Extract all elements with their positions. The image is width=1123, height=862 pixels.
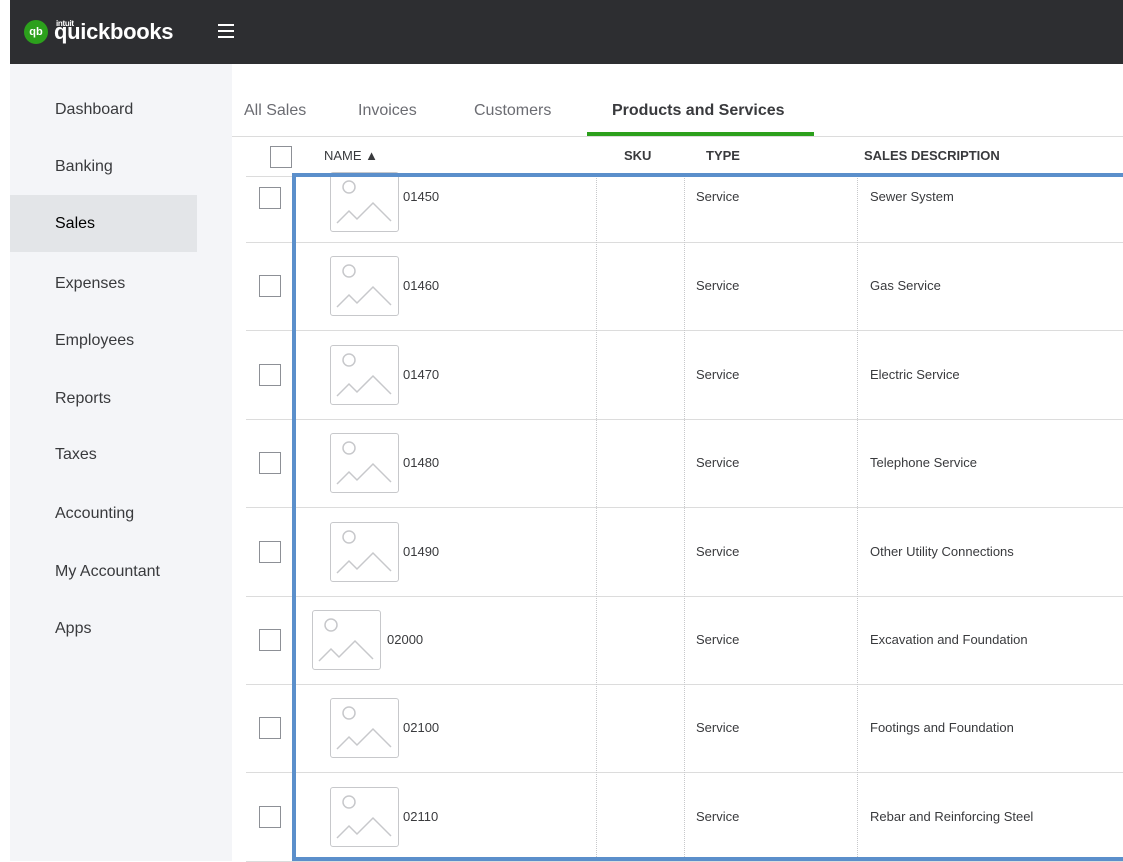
product-image-placeholder-icon[interactable]: [330, 344, 399, 405]
sales-description: Gas Service: [870, 278, 941, 293]
product-type: Service: [696, 189, 740, 204]
sidebar-item-expenses[interactable]: Expenses: [10, 255, 197, 312]
sales-description: Other Utility Connections: [870, 543, 1014, 559]
product-name[interactable]: 01480: [403, 455, 439, 470]
tab-customers[interactable]: Customers: [474, 102, 551, 120]
column-header-sales-description[interactable]: SALES DESCRIPTION: [864, 148, 1000, 163]
sidebar-item-reports[interactable]: Reports: [10, 370, 197, 427]
sales-description: Electric Service: [870, 366, 960, 382]
sales-description: Excavation and Foundation: [870, 632, 1028, 647]
product-type: Service: [696, 366, 740, 382]
sidebar-item-dashboard[interactable]: Dashboard: [10, 81, 197, 138]
row-checkbox[interactable]: [259, 805, 281, 828]
sidebar-item-employees[interactable]: Employees: [10, 312, 197, 369]
qb-logo-icon: qb: [24, 20, 48, 44]
product-name[interactable]: 01450: [403, 189, 439, 204]
product-image-placeholder-icon[interactable]: [330, 698, 399, 758]
row-checkbox[interactable]: [259, 187, 281, 209]
row-checkbox[interactable]: [259, 452, 281, 474]
product-image-placeholder-icon[interactable]: [330, 521, 399, 582]
tab-invoices[interactable]: Invoices: [358, 102, 417, 120]
product-name[interactable]: 02000: [387, 632, 423, 647]
sidebar-item-banking[interactable]: Banking: [10, 138, 197, 195]
hamburger-menu-icon[interactable]: [218, 24, 234, 38]
product-type: Service: [696, 720, 740, 735]
sidebar-item-apps[interactable]: Apps: [10, 600, 197, 657]
brand-intuit: intuit: [56, 19, 74, 28]
row-checkbox[interactable]: [259, 363, 281, 386]
column-header-name[interactable]: NAME ▲: [324, 148, 378, 163]
product-image-placeholder-icon[interactable]: [330, 172, 399, 232]
product-name[interactable]: 01470: [403, 367, 439, 382]
sidebar-item-sales[interactable]: Sales: [10, 195, 197, 252]
product-name[interactable]: 02100: [403, 720, 439, 735]
left-sidebar: Dashboard Banking Sales Expenses Employe…: [10, 64, 232, 861]
table-header: NAME ▲ SKU TYPE SALES DESCRIPTION: [246, 136, 1123, 177]
sidebar-item-taxes[interactable]: Taxes: [10, 426, 197, 483]
brand-name: intuit quickbooks: [54, 19, 174, 43]
row-checkbox[interactable]: [259, 275, 281, 297]
column-header-sku[interactable]: SKU: [624, 148, 651, 163]
row-checkbox[interactable]: [259, 717, 281, 739]
sales-description: Rebar and Reinforcing Steel: [870, 808, 1034, 824]
tab-products-and-services[interactable]: Products and Services: [612, 102, 785, 120]
product-image-placeholder-icon[interactable]: [330, 256, 399, 316]
select-all-checkbox[interactable]: [270, 146, 292, 168]
sales-description: Footings and Foundation: [870, 720, 1014, 735]
tab-all-sales[interactable]: All Sales: [244, 102, 306, 120]
top-bar: qb intuit quickbooks: [10, 0, 1123, 64]
product-name[interactable]: 01460: [403, 278, 439, 293]
sales-description: Telephone Service: [870, 455, 977, 470]
sales-description: Sewer System: [870, 189, 954, 204]
sidebar-item-accounting[interactable]: Accounting: [10, 485, 197, 542]
row-checkbox[interactable]: [259, 629, 281, 651]
row-checkbox[interactable]: [259, 540, 281, 563]
column-divider-sku: [596, 176, 597, 861]
product-type: Service: [696, 278, 740, 293]
product-name[interactable]: 02110: [403, 809, 438, 824]
column-divider-type: [684, 176, 685, 861]
product-type: Service: [696, 632, 740, 647]
quickbooks-logo[interactable]: qb intuit quickbooks: [24, 19, 174, 44]
product-type: Service: [696, 543, 740, 559]
product-type: Service: [696, 808, 740, 824]
product-image-placeholder-icon[interactable]: [330, 433, 399, 493]
column-divider-description: [857, 176, 858, 861]
product-type: Service: [696, 455, 740, 470]
product-name[interactable]: 01490: [403, 544, 439, 559]
product-image-placeholder-icon[interactable]: [312, 610, 381, 670]
product-image-placeholder-icon[interactable]: [330, 786, 399, 847]
sales-tabs: All Sales Invoices Customers Products an…: [232, 64, 1123, 137]
sidebar-item-my-accountant[interactable]: My Accountant: [10, 543, 197, 600]
column-header-type[interactable]: TYPE: [706, 148, 740, 163]
